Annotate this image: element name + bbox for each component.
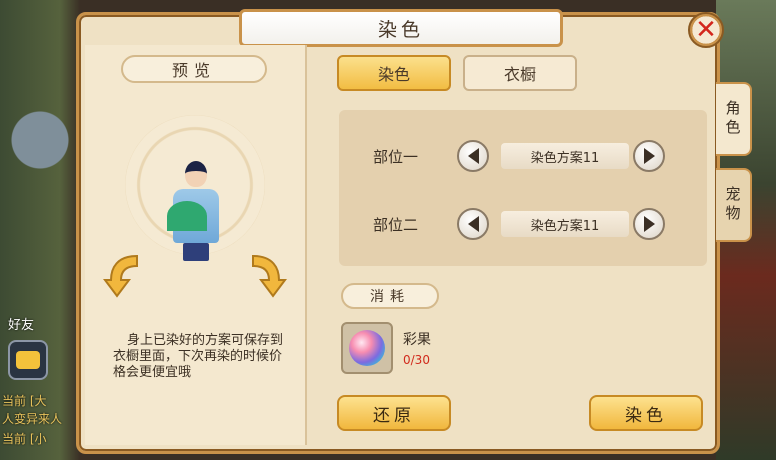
- rotate-right-icon[interactable]: [249, 250, 287, 300]
- arrow-right-icon: [643, 148, 655, 164]
- scheme-value: 染色方案11: [501, 143, 629, 169]
- arrow-left-icon: [467, 148, 479, 164]
- next-scheme-button[interactable]: [633, 140, 665, 172]
- rainbow-fruit-icon: [349, 330, 385, 366]
- arrow-right-icon: [643, 216, 655, 232]
- dye-parts-box: 部位一 染色方案11 部位二 染色方案11: [339, 110, 707, 266]
- panel-title: 染色: [377, 18, 424, 41]
- chat-line: 当前 [大: [2, 394, 47, 408]
- friend-label[interactable]: 好友: [8, 314, 34, 333]
- side-tab-character[interactable]: 角色: [716, 82, 752, 156]
- part-row: 部位二 染色方案11: [339, 206, 707, 242]
- chat-line: 人变异来人: [2, 412, 63, 426]
- part-label: 部位二: [373, 216, 419, 234]
- side-tab-pet[interactable]: 宠物: [716, 168, 752, 242]
- chat-line: 当前 [小: [2, 432, 47, 446]
- part-row: 部位一 染色方案11: [339, 138, 707, 174]
- character-model[interactable]: [167, 161, 227, 271]
- dye-button[interactable]: 染色: [589, 395, 703, 431]
- prev-scheme-button[interactable]: [457, 140, 489, 172]
- chat-button[interactable]: [8, 340, 48, 380]
- dye-panel: 染色 预览 身上已染好的方案可保存到衣橱里面，下次再染的时候价格会更便宜哦 染色…: [76, 9, 720, 454]
- next-scheme-button[interactable]: [633, 208, 665, 240]
- item-slot[interactable]: [341, 322, 393, 374]
- cost-label: 消耗: [341, 283, 439, 309]
- character-head: [185, 161, 207, 187]
- close-button[interactable]: ✕: [688, 12, 724, 48]
- item-count: 0/30: [403, 353, 430, 367]
- rotate-left-icon[interactable]: [103, 250, 141, 300]
- restore-button[interactable]: 还原: [337, 395, 451, 431]
- prev-scheme-button[interactable]: [457, 208, 489, 240]
- tab-dye[interactable]: 染色: [337, 55, 451, 91]
- close-icon: ✕: [695, 15, 717, 45]
- preview-column: 预览 身上已染好的方案可保存到衣橱里面，下次再染的时候价格会更便宜哦: [85, 45, 307, 445]
- scheme-value: 染色方案11: [501, 211, 629, 237]
- preview-description: 身上已染好的方案可保存到衣橱里面，下次再染的时候价格会更便宜哦: [113, 333, 284, 380]
- character-legs: [183, 243, 209, 261]
- chat-icon: [16, 351, 40, 369]
- character-fan: [167, 201, 207, 231]
- part-label: 部位一: [373, 148, 419, 166]
- tab-wardrobe[interactable]: 衣橱: [463, 55, 577, 91]
- item-name: 彩果: [403, 332, 431, 348]
- title-bar: 染色: [239, 9, 563, 47]
- arrow-left-icon: [467, 216, 479, 232]
- preview-label: 预览: [121, 55, 267, 83]
